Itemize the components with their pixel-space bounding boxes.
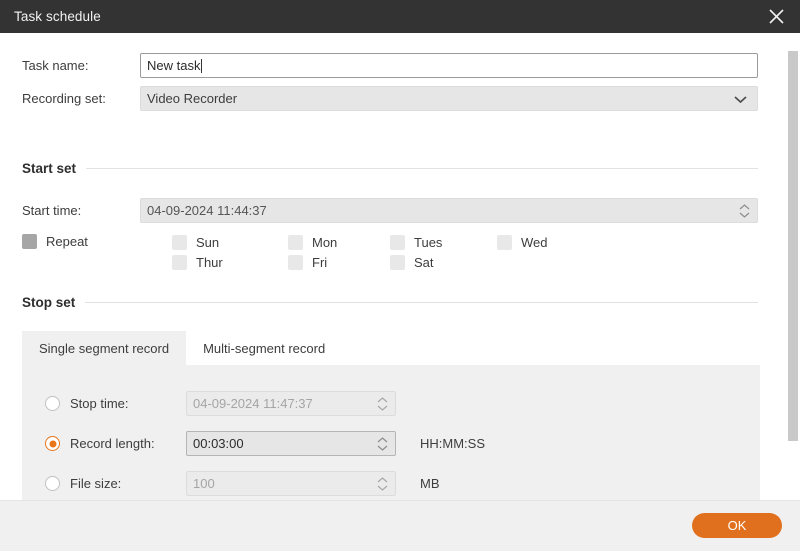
stop-time-label: Stop time: <box>70 396 129 411</box>
radio-circle <box>45 436 60 451</box>
task-schedule-dialog: Task schedule Task name: New task Record… <box>0 0 800 551</box>
day-label: Tues <box>414 235 443 250</box>
stop-set-tabs: Single segment record Multi-segment reco… <box>22 331 343 365</box>
checkbox-box <box>390 235 405 250</box>
spinner-arrows[interactable] <box>377 396 388 411</box>
day-label: Mon <box>312 235 338 250</box>
day-checkbox-tues[interactable]: Tues <box>390 235 442 250</box>
file-size-value: 100 <box>193 476 215 491</box>
chevron-up-icon <box>377 436 388 442</box>
close-button[interactable] <box>752 0 800 33</box>
day-checkbox-mon[interactable]: Mon <box>288 235 337 250</box>
checkbox-box <box>288 235 303 250</box>
close-icon <box>768 8 785 25</box>
file-size-radio[interactable]: File size: <box>45 476 165 491</box>
text-caret <box>201 58 203 73</box>
radio-circle <box>45 476 60 491</box>
recording-set-label: Recording set: <box>22 91 106 106</box>
spinner-arrows[interactable] <box>377 436 388 451</box>
day-label: Fri <box>312 255 328 270</box>
section-divider <box>86 168 758 169</box>
stop-set-section-header: Stop set <box>22 295 758 310</box>
radio-circle <box>45 396 60 411</box>
day-checkbox-wed[interactable]: Wed <box>497 235 548 250</box>
checkbox-box <box>288 255 303 270</box>
repeat-label: Repeat <box>46 234 88 249</box>
spinner-arrows[interactable] <box>377 476 388 491</box>
scrollbar-thumb[interactable] <box>788 51 798 441</box>
start-time-input[interactable]: 04-09-2024 11:44:37 <box>140 198 758 223</box>
window-title: Task schedule <box>14 9 101 24</box>
dialog-footer: OK <box>0 500 800 551</box>
stop-set-title: Stop set <box>22 295 76 310</box>
record-length-unit: HH:MM:SS <box>420 436 485 451</box>
day-label: Sat <box>414 255 434 270</box>
chevron-up-icon <box>377 476 388 482</box>
file-size-option-row: File size: 100 MB <box>45 471 440 496</box>
dialog-body: Task name: New task Recording set: Video… <box>0 33 800 551</box>
chevron-up-icon <box>739 203 750 209</box>
stop-time-input[interactable]: 04-09-2024 11:47:37 <box>186 391 396 416</box>
record-length-radio[interactable]: Record length: <box>45 436 165 451</box>
checkbox-box <box>22 234 37 249</box>
task-name-row: Task name: New task <box>22 53 758 78</box>
record-length-value: 00:03:00 <box>193 436 244 451</box>
chevron-down-icon <box>739 212 750 218</box>
file-size-unit: MB <box>420 476 440 491</box>
repeat-checkbox[interactable]: Repeat <box>22 234 88 249</box>
start-set-section-header: Start set <box>22 161 758 176</box>
vertical-scrollbar[interactable] <box>786 33 800 500</box>
title-bar: Task schedule <box>0 0 800 33</box>
spinner-arrows[interactable] <box>739 203 750 218</box>
tab-label: Single segment record <box>39 340 170 356</box>
start-set-title: Start set <box>22 161 77 176</box>
chevron-down-icon <box>734 91 747 106</box>
checkbox-box <box>497 235 512 250</box>
recording-set-row: Recording set: Video Recorder <box>22 86 758 111</box>
checkbox-box <box>172 235 187 250</box>
chevron-down-icon <box>377 445 388 451</box>
chevron-up-icon <box>377 396 388 402</box>
checkbox-box <box>172 255 187 270</box>
stop-time-value: 04-09-2024 11:47:37 <box>193 396 313 411</box>
tab-single-segment-record[interactable]: Single segment record <box>22 331 187 365</box>
stop-time-radio[interactable]: Stop time: <box>45 396 165 411</box>
record-length-input[interactable]: 00:03:00 <box>186 431 396 456</box>
file-size-label: File size: <box>70 476 122 491</box>
section-divider <box>85 302 758 303</box>
start-time-label: Start time: <box>22 203 82 218</box>
day-checkbox-fri[interactable]: Fri <box>288 255 327 270</box>
record-length-label: Record length: <box>70 436 155 451</box>
day-label: Sun <box>196 235 220 250</box>
file-size-input[interactable]: 100 <box>186 471 396 496</box>
tab-label: Multi-segment record <box>203 340 326 356</box>
stop-time-option-row: Stop time: 04-09-2024 11:47:37 <box>45 391 396 416</box>
start-time-row: Start time: 04-09-2024 11:44:37 <box>22 198 758 223</box>
task-name-label: Task name: <box>22 58 89 73</box>
day-label: Thur <box>196 255 223 270</box>
recording-set-value: Video Recorder <box>147 91 238 106</box>
day-checkbox-sat[interactable]: Sat <box>390 255 434 270</box>
chevron-down-icon <box>377 405 388 411</box>
chevron-down-icon <box>377 485 388 491</box>
day-checkbox-sun[interactable]: Sun <box>172 235 219 250</box>
task-name-input[interactable]: New task <box>140 53 758 78</box>
checkbox-box <box>390 255 405 270</box>
repeat-checkbox-row[interactable]: Repeat <box>22 234 88 249</box>
day-checkbox-thur[interactable]: Thur <box>172 255 223 270</box>
recording-set-dropdown[interactable]: Video Recorder <box>140 86 758 111</box>
record-length-option-row: Record length: 00:03:00 HH:MM:SS <box>45 431 485 456</box>
tab-multi-segment-record[interactable]: Multi-segment record <box>186 331 343 365</box>
day-label: Wed <box>521 235 548 250</box>
ok-button[interactable]: OK <box>692 513 782 538</box>
task-name-value: New task <box>147 58 201 73</box>
start-time-value: 04-09-2024 11:44:37 <box>147 203 267 218</box>
